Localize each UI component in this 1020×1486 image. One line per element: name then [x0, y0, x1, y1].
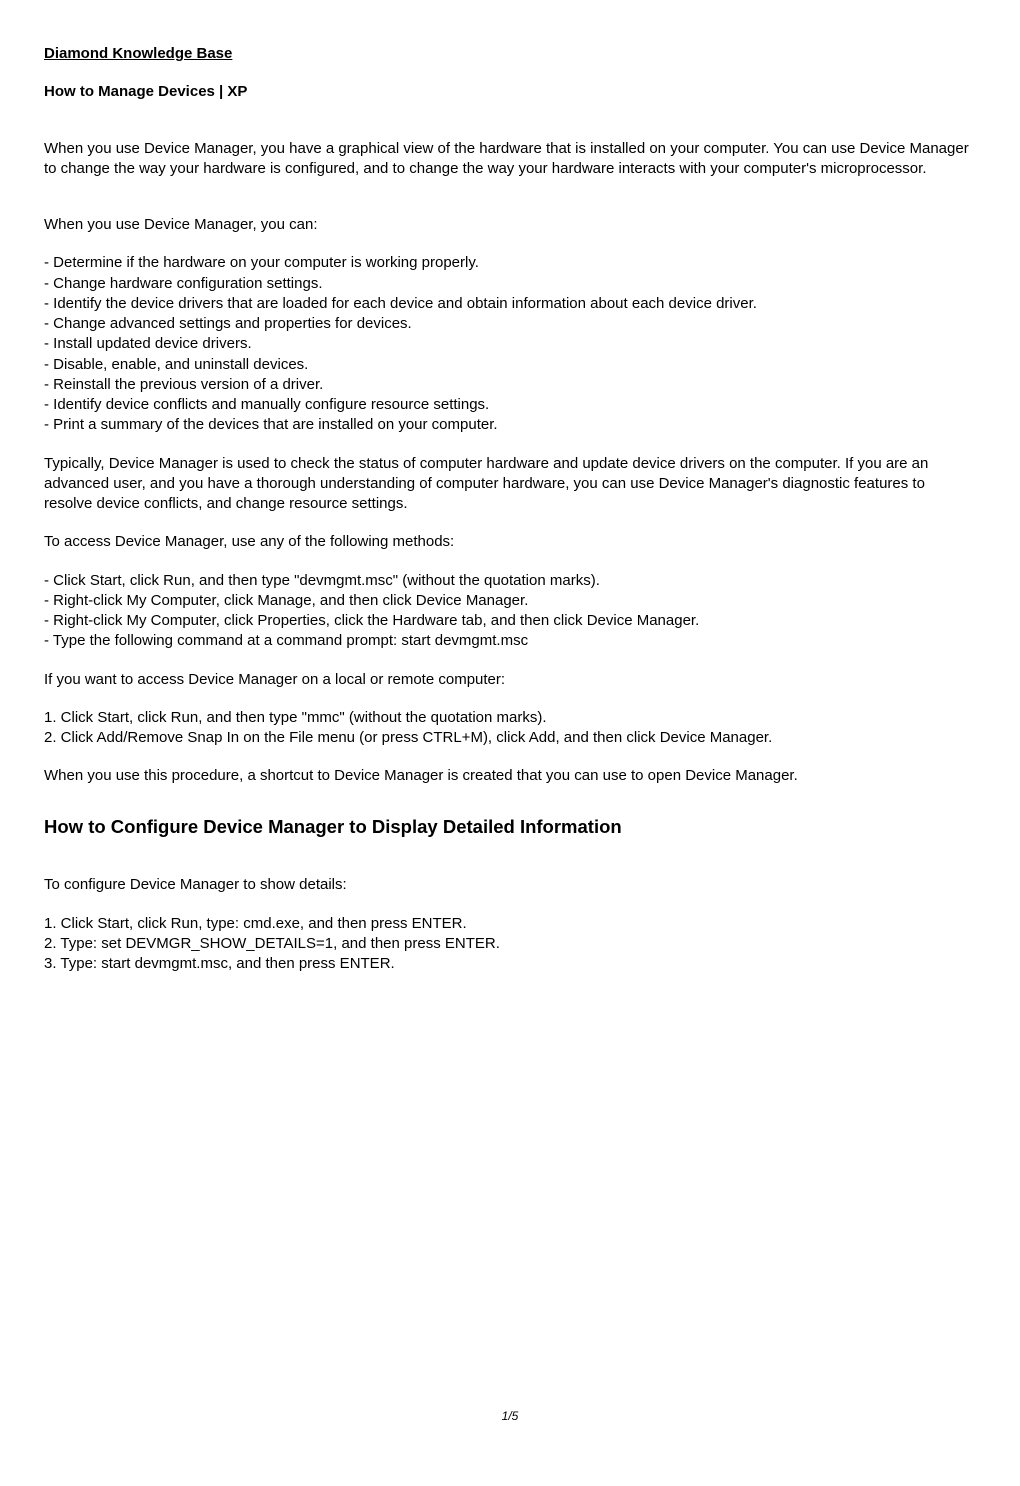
access-methods-list: - Click Start, click Run, and then type …: [44, 571, 976, 652]
list-item: 3. Type: start devmgmt.msc, and then pre…: [44, 954, 976, 974]
list-item: - Change advanced settings and propertie…: [44, 314, 976, 334]
list-item: - Click Start, click Run, and then type …: [44, 571, 976, 591]
capabilities-list: - Determine if the hardware on your comp…: [44, 253, 976, 435]
list-item: - Install updated device drivers.: [44, 334, 976, 354]
list-item: - Print a summary of the devices that ar…: [44, 415, 976, 435]
site-title: Diamond Knowledge Base: [44, 44, 976, 64]
list-item: 1. Click Start, click Run, type: cmd.exe…: [44, 914, 976, 934]
usage-paragraph-1: Typically, Device Manager is used to che…: [44, 454, 976, 515]
list-item: 1. Click Start, click Run, and then type…: [44, 708, 976, 728]
article-title: How to Manage Devices | XP: [44, 82, 976, 102]
list-item: - Determine if the hardware on your comp…: [44, 253, 976, 273]
list-item: - Reinstall the previous version of a dr…: [44, 375, 976, 395]
section2-intro: To configure Device Manager to show deta…: [44, 875, 976, 895]
list-item: - Type the following command at a comman…: [44, 631, 976, 651]
page-number: 1/5: [44, 1408, 976, 1424]
remote-outro: When you use this procedure, a shortcut …: [44, 766, 976, 786]
section2-steps: 1. Click Start, click Run, type: cmd.exe…: [44, 914, 976, 975]
intro-paragraph-2: When you use Device Manager, you can:: [44, 215, 976, 235]
list-item: 2. Click Add/Remove Snap In on the File …: [44, 728, 976, 748]
list-item: 2. Type: set DEVMGR_SHOW_DETAILS=1, and …: [44, 934, 976, 954]
section-heading-configure: How to Configure Device Manager to Displ…: [44, 815, 976, 840]
list-item: - Right-click My Computer, click Manage,…: [44, 591, 976, 611]
list-item: - Identify device conflicts and manually…: [44, 395, 976, 415]
remote-intro: If you want to access Device Manager on …: [44, 670, 976, 690]
list-item: - Change hardware configuration settings…: [44, 274, 976, 294]
list-item: - Identify the device drivers that are l…: [44, 294, 976, 314]
list-item: - Right-click My Computer, click Propert…: [44, 611, 976, 631]
usage-paragraph-2: To access Device Manager, use any of the…: [44, 532, 976, 552]
remote-steps: 1. Click Start, click Run, and then type…: [44, 708, 976, 749]
intro-paragraph-1: When you use Device Manager, you have a …: [44, 139, 976, 180]
list-item: - Disable, enable, and uninstall devices…: [44, 355, 976, 375]
